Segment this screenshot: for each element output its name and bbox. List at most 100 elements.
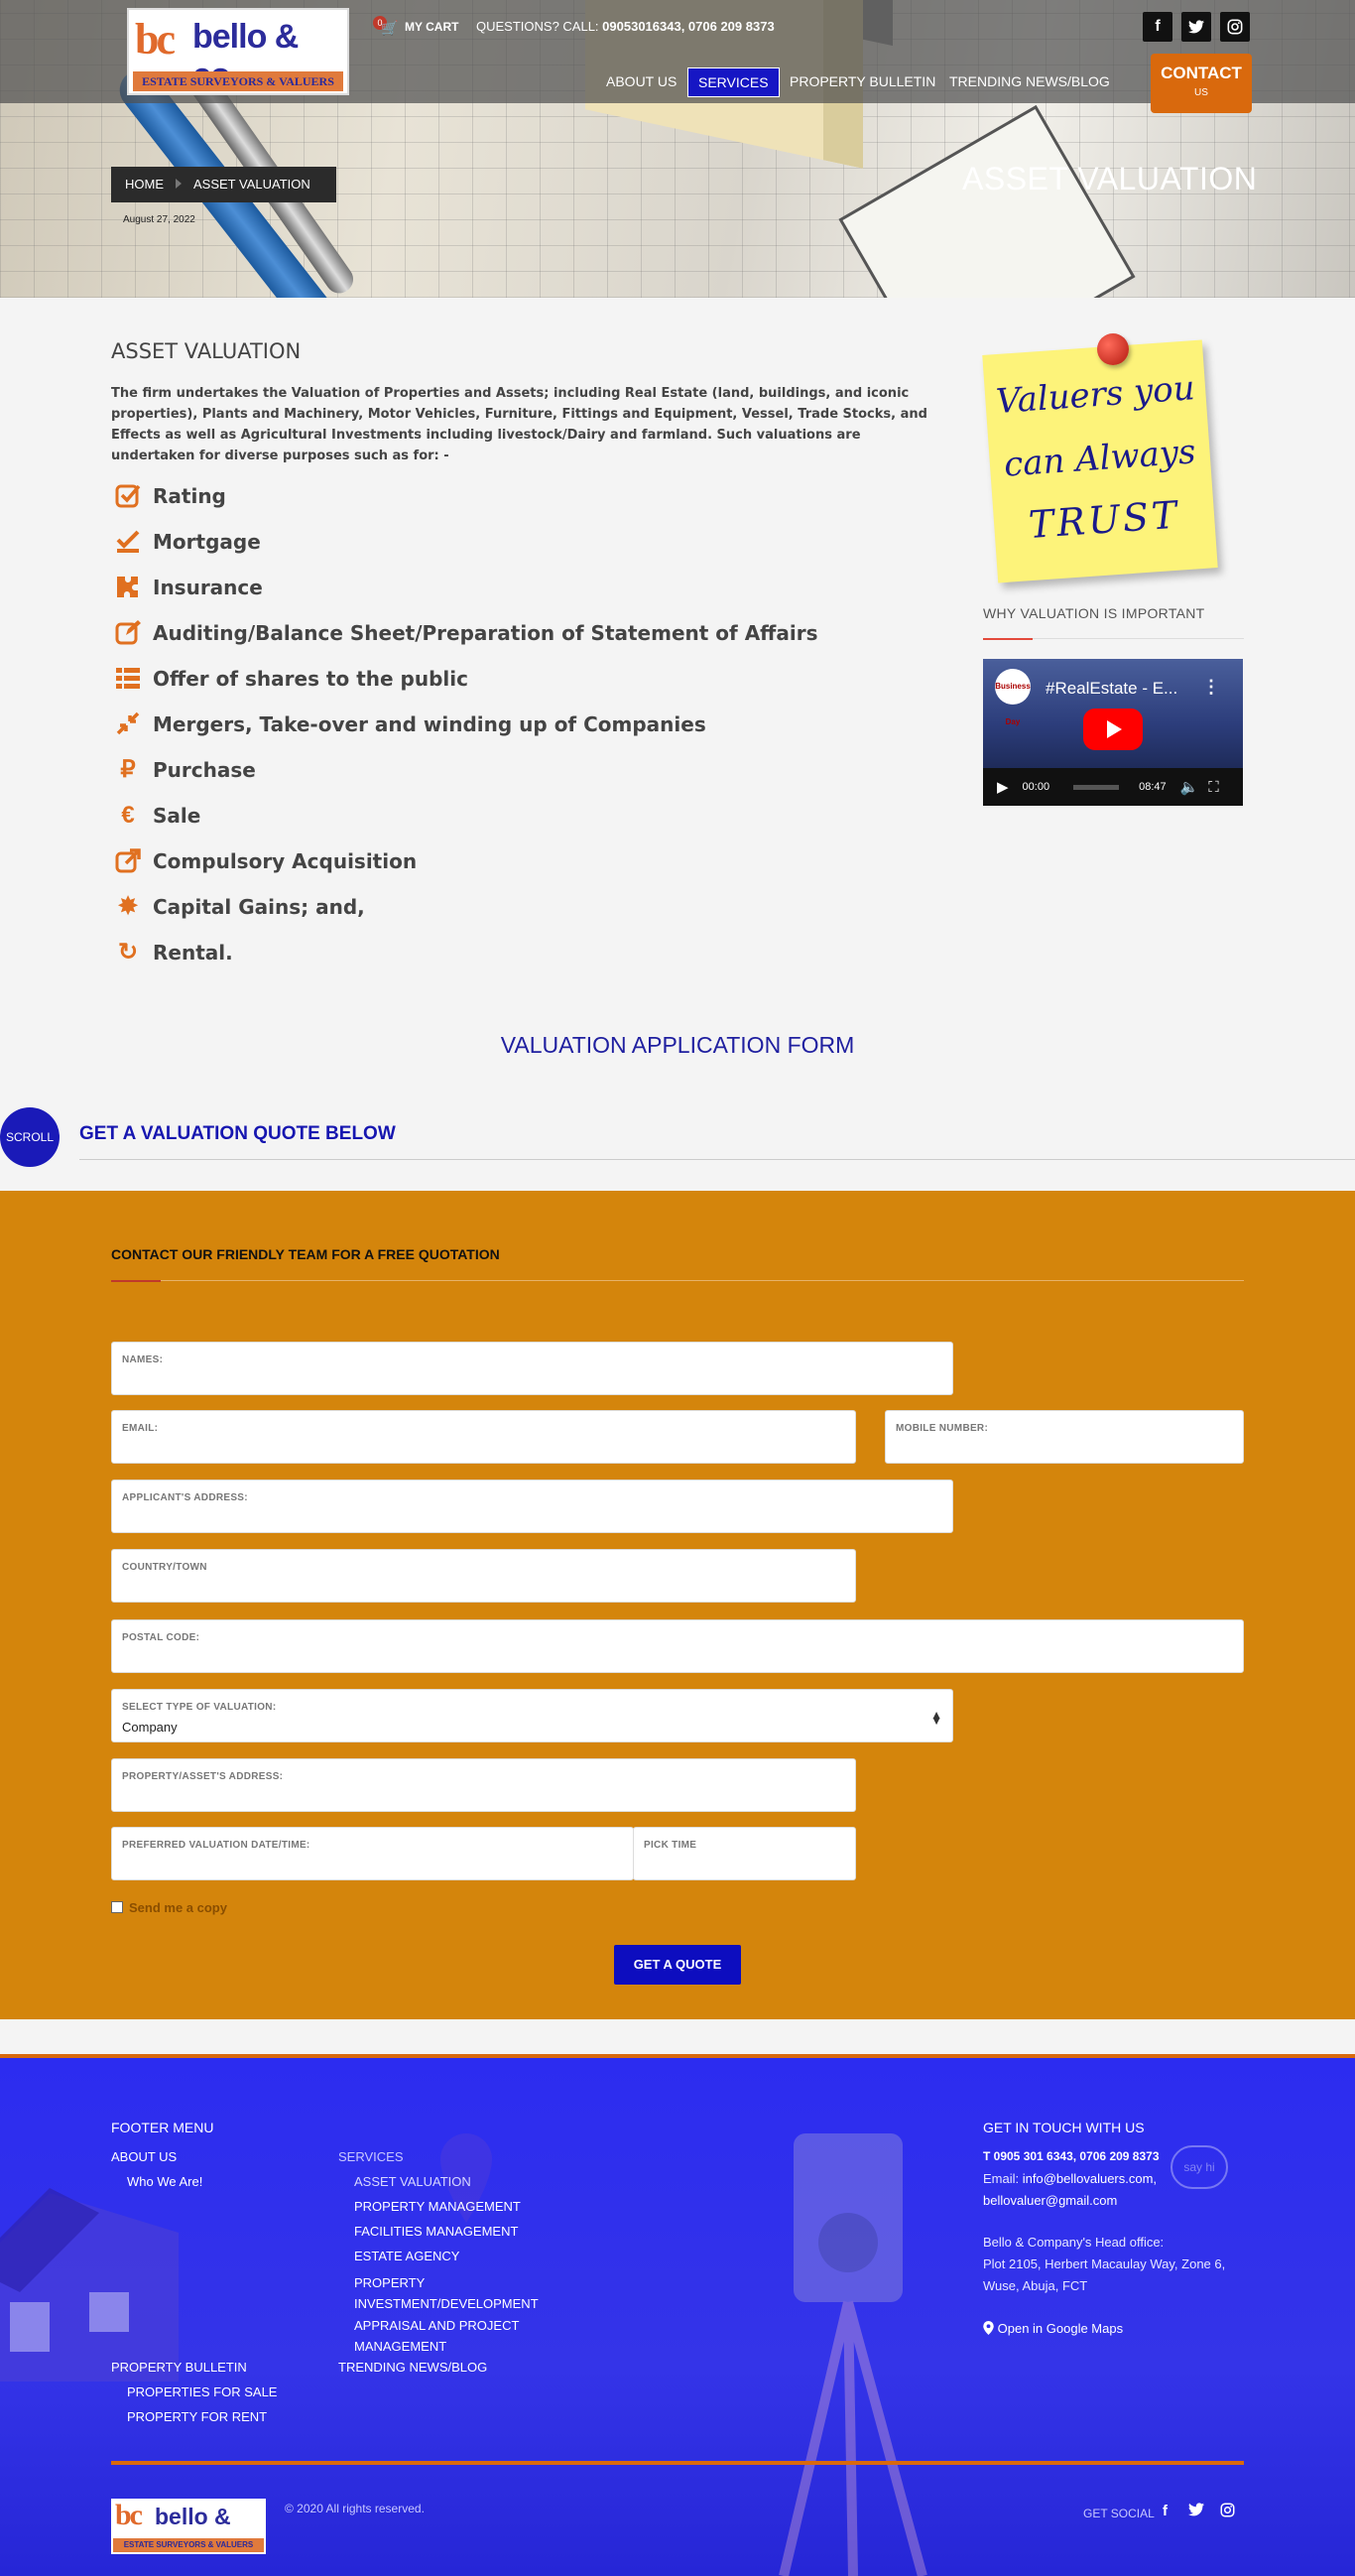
more-vert-icon[interactable]: ⋮ (1202, 677, 1220, 698)
footer-email-link[interactable]: info@bellovaluers.com, (1023, 2171, 1157, 2186)
property-address-field[interactable]: PROPERTY/ASSET'S ADDRESS: (111, 1758, 856, 1812)
footer-link-news[interactable]: TRENDING NEWS/BLOG (338, 2360, 487, 2375)
cart-link[interactable]: MY CART (405, 20, 458, 34)
contact-phone-line: QUESTIONS? CALL: 09053016343, 0706 209 8… (476, 19, 775, 34)
field-label: PREFERRED VALUATION DATE/TIME: (122, 1840, 310, 1851)
footer-office-address: Wuse, Abuja, FCT (983, 2278, 1088, 2293)
list-item: Mergers, Take-over and winding up of Com… (111, 708, 706, 741)
mobile-number-field[interactable]: MOBILE NUMBER: (885, 1410, 1244, 1464)
note-line: can Always (1002, 432, 1197, 485)
cart-icon[interactable]: 🛒 (381, 20, 398, 37)
pick-time-field[interactable]: PICK TIME (633, 1827, 856, 1880)
instagram-icon[interactable] (1220, 12, 1250, 42)
nav-about-us[interactable]: ABOUT US (596, 67, 686, 95)
list-item-text: Insurance (153, 576, 263, 599)
list-item-text: Capital Gains; and, (153, 895, 365, 919)
list-item-text: Auditing/Balance Sheet/Preparation of St… (153, 621, 818, 645)
list-item-text: Rental. (153, 941, 233, 965)
list-item-text: Mergers, Take-over and winding up of Com… (153, 712, 706, 736)
list-icon (111, 664, 145, 694)
footer-link-who[interactable]: Who We Are! (127, 2174, 202, 2189)
facebook-icon[interactable]: f (1143, 12, 1172, 42)
quote-heading: GET A VALUATION QUOTE BELOW (79, 1123, 396, 1144)
scroll-button[interactable]: SCROLL (0, 1107, 60, 1167)
footer-link-about[interactable]: ABOUT US (111, 2149, 177, 2164)
volume-icon[interactable]: 🔈 (1180, 778, 1199, 796)
footer-link-investment[interactable]: PROPERTY INVESTMENT/DEVELOPMENT (354, 2272, 553, 2314)
questions-label: QUESTIONS? CALL: (476, 19, 599, 34)
names-field[interactable]: NAMES: (111, 1342, 953, 1395)
footer-link-asset-valuation[interactable]: ASSET VALUATION (354, 2174, 471, 2189)
footer-divider (111, 2461, 1244, 2465)
list-item: Rating (111, 479, 226, 513)
applicant-address-field[interactable]: APPLICANT'S ADDRESS: (111, 1480, 953, 1533)
field-label: PROPERTY/ASSET'S ADDRESS: (122, 1771, 284, 1782)
open-maps-label: Open in Google Maps (997, 2321, 1124, 2336)
note-line: TRUST (1027, 492, 1181, 548)
divider-accent (111, 1280, 161, 1282)
compress-icon (111, 709, 145, 739)
postal-code-field[interactable]: POSTAL CODE: (111, 1619, 1244, 1673)
site-logo[interactable]: bc bello & co. ESTATE SURVEYORS & VALUER… (127, 8, 349, 95)
nav-services[interactable]: SERVICES (687, 67, 780, 97)
facebook-icon[interactable]: f (1163, 2503, 1168, 2519)
list-item-text: Rating (153, 484, 226, 508)
list-item: Offer of shares to the public (111, 662, 468, 696)
nav-property-bulletin[interactable]: PROPERTY BULLETIN (780, 67, 945, 95)
footer-link-rent[interactable]: PROPERTY FOR RENT (127, 2409, 267, 2424)
footer-top-border (0, 2054, 1355, 2058)
footer-link-sale[interactable]: PROPERTIES FOR SALE (127, 2384, 277, 2399)
instagram-icon[interactable] (1220, 2503, 1235, 2521)
country-town-field[interactable]: COUNTRY/TOWN (111, 1549, 856, 1603)
footer-link-estate-agency[interactable]: ESTATE AGENCY (354, 2249, 459, 2263)
breadcrumb-home[interactable]: HOME (125, 177, 164, 192)
footer-link-facilities-management[interactable]: FACILITIES MANAGEMENT (354, 2224, 518, 2239)
send-copy-checkbox[interactable] (111, 1901, 123, 1913)
footer-link-services[interactable]: SERVICES (338, 2149, 404, 2164)
logo-monogram: bc (135, 15, 176, 64)
play-icon[interactable]: ▶ (997, 778, 1009, 796)
check-square-icon (111, 481, 145, 511)
footer-contact-heading: GET IN TOUCH WITH US (983, 2120, 1145, 2135)
post-date: August 27, 2022 (123, 214, 195, 225)
email-field[interactable]: EMAIL: (111, 1410, 856, 1464)
list-item: Mortgage (111, 525, 261, 559)
form-title: VALUATION APPLICATION FORM (500, 1032, 855, 1058)
video-progress-bar[interactable] (1073, 784, 1120, 790)
refresh-icon: ↻ (117, 939, 139, 966)
twitter-icon[interactable] (1181, 12, 1211, 42)
section-title: ASSET VALUATION (111, 339, 302, 363)
header-phone-numbers[interactable]: 09053016343, 0706 209 8373 (602, 19, 775, 34)
contact-button-label: CONTACT (1161, 64, 1242, 82)
footer-logo[interactable]: bc bello & co. ESTATE SURVEYORS & VALUER… (111, 2499, 266, 2556)
puzzle-icon (111, 573, 145, 602)
youtube-play-icon[interactable] (1083, 708, 1143, 750)
asterisk-icon: ✸ (117, 893, 139, 920)
field-label: POSTAL CODE: (122, 1632, 200, 1643)
channel-avatar[interactable]: Business Day (995, 669, 1031, 726)
contact-us-button[interactable]: CONTACT US (1151, 54, 1252, 113)
note-line: Valuers you (994, 368, 1196, 423)
footer-link-appraisal[interactable]: APPRAISAL AND PROJECT MANAGEMENT (354, 2315, 553, 2357)
get-quote-button[interactable]: GET A QUOTE (614, 1945, 741, 1985)
twitter-icon[interactable] (1188, 2503, 1204, 2520)
footer-phones[interactable]: T 0905 301 6343, 0706 209 8373 (983, 2149, 1160, 2163)
list-item-text: Purchase (153, 758, 256, 782)
fullscreen-icon[interactable]: ⛶ (1208, 779, 1219, 796)
footer-email-link-2[interactable]: bellovaluer@gmail.com (983, 2193, 1117, 2208)
send-copy-label[interactable]: Send me a copy (129, 1900, 227, 1915)
list-item-text: Offer of shares to the public (153, 667, 468, 691)
field-label: PICK TIME (644, 1840, 697, 1851)
copyright: © 2020 All rights reserved. (285, 2502, 425, 2515)
logo-tagline: ESTATE SURVEYORS & VALUERS (113, 2538, 264, 2552)
preferred-date-field[interactable]: PREFERRED VALUATION DATE/TIME: (111, 1827, 634, 1880)
logo-tagline: ESTATE SURVEYORS & VALUERS (133, 71, 343, 91)
nav-trending-news[interactable]: TRENDING NEWS/BLOG (939, 67, 1120, 95)
valuation-type-select[interactable]: SELECT TYPE OF VALUATION: Company ▲ ▼ (111, 1689, 953, 1742)
video-title[interactable]: #RealEstate - E... (1046, 679, 1177, 699)
footer-link-bulletin[interactable]: PROPERTY BULLETIN (111, 2360, 247, 2375)
footer-link-property-management[interactable]: PROPERTY MANAGEMENT (354, 2199, 521, 2214)
footer-menu-heading: FOOTER MENU (111, 2120, 214, 2135)
video-current-time: 00:00 (1022, 781, 1050, 793)
open-maps-link[interactable]: Open in Google Maps (983, 2321, 1123, 2336)
